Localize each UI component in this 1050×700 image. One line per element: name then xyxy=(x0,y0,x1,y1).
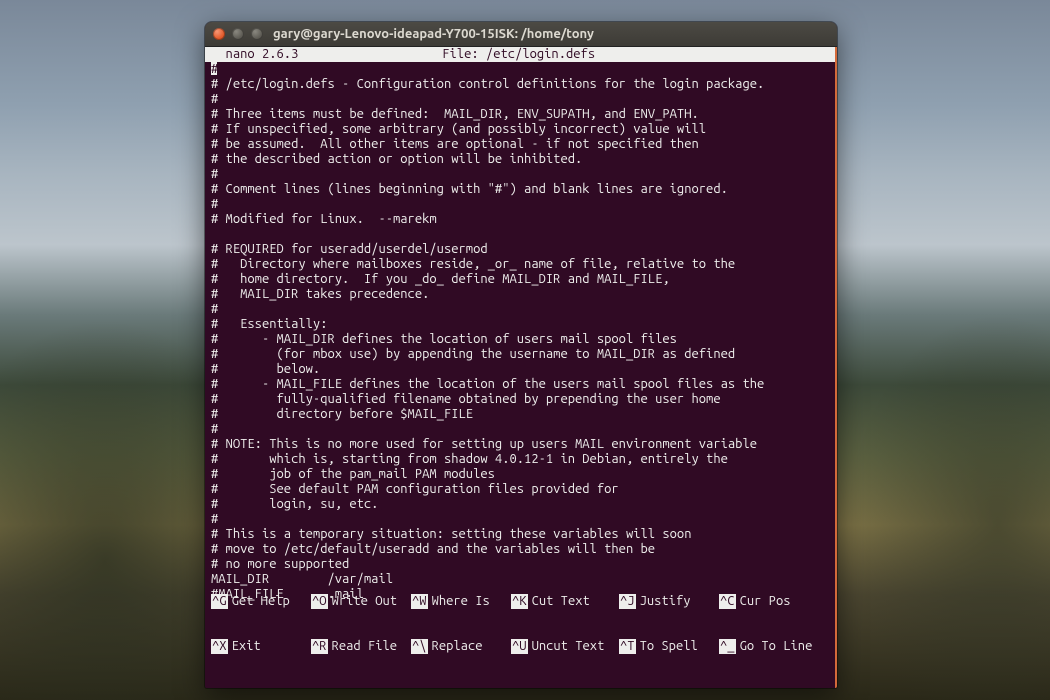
shortcut-row-1: ^G Get Help ^O Write Out ^W Where Is ^K Cut Tex… xyxy=(211,594,827,609)
shortcut-label: Justify xyxy=(640,594,691,609)
shortcut-item[interactable]: ^C Cur Pos xyxy=(719,594,819,609)
editor-line: # xyxy=(211,167,829,182)
shortcut-label: Cur Pos xyxy=(740,594,791,609)
shortcut-item[interactable]: ^G Get Help xyxy=(211,594,311,609)
shortcut-item[interactable]: ^K Cut Text xyxy=(511,594,619,609)
window-title: gary@gary-Lenovo-ideapad-Y700-15ISK: /ho… xyxy=(263,27,829,41)
shortcut-key: ^T xyxy=(619,639,636,654)
shortcut-item[interactable]: ^U Uncut Text xyxy=(511,639,619,654)
nano-header-right xyxy=(739,47,835,62)
shortcut-label: Cut Text xyxy=(532,594,590,609)
shortcut-key: ^\ xyxy=(411,639,428,654)
titlebar[interactable]: gary@gary-Lenovo-ideapad-Y700-15ISK: /ho… xyxy=(205,22,837,47)
shortcut-key: ^K xyxy=(511,594,528,609)
shortcut-bar: ^G Get Help ^O Write Out ^W Where Is ^K Cut Tex… xyxy=(205,519,833,688)
editor-line xyxy=(211,227,829,242)
shortcut-item[interactable]: ^\ Replace xyxy=(411,639,511,654)
nano-file-label: File: /etc/login.defs xyxy=(298,47,739,62)
editor-line: # Directory where mailboxes reside, _or_… xyxy=(211,257,829,272)
nano-header: nano 2.6.3 File: /etc/login.defs xyxy=(205,47,835,62)
terminal-window: gary@gary-Lenovo-ideapad-Y700-15ISK: /ho… xyxy=(205,22,837,688)
shortcut-label: Read File xyxy=(332,639,398,654)
shortcut-label: Get Help xyxy=(232,594,290,609)
editor-line: # MAIL_DIR takes precedence. xyxy=(211,287,829,302)
editor-line: # - MAIL_DIR defines the location of use… xyxy=(211,332,829,347)
shortcut-row-2: ^X Exit ^R Read File ^\ Replace ^U Uncut Text ^T… xyxy=(211,639,827,654)
editor-line: # Modified for Linux. --marekm xyxy=(211,212,829,227)
shortcut-item[interactable]: ^R Read File xyxy=(311,639,411,654)
editor-line: # xyxy=(211,302,829,317)
shortcut-item[interactable]: ^T To Spell xyxy=(619,639,719,654)
editor-line: # See default PAM configuration files pr… xyxy=(211,482,829,497)
editor-line: # home directory. If you _do_ define MAI… xyxy=(211,272,829,287)
shortcut-key: ^U xyxy=(511,639,528,654)
shortcut-label: Go To Line xyxy=(740,639,813,654)
editor-line: # xyxy=(211,197,829,212)
editor-line: # be assumed. All other items are option… xyxy=(211,137,829,152)
editor-line: # xyxy=(211,92,829,107)
shortcut-label: Where Is xyxy=(432,594,490,609)
shortcut-key: ^O xyxy=(311,594,328,609)
shortcut-key: ^W xyxy=(411,594,428,609)
editor-line: # /etc/login.defs - Configuration contro… xyxy=(211,77,829,92)
minimize-icon[interactable] xyxy=(232,28,244,40)
shortcut-label: To Spell xyxy=(640,639,698,654)
editor-line: # If unspecified, some arbitrary (and po… xyxy=(211,122,829,137)
cursor: # xyxy=(211,62,217,75)
editor-line: # job of the pam_mail PAM modules xyxy=(211,467,829,482)
shortcut-label: Exit xyxy=(232,639,261,654)
editor-line: # NOTE: This is no more used for setting… xyxy=(211,437,829,452)
shortcut-item[interactable]: ^J Justify xyxy=(619,594,719,609)
editor-line: # which is, starting from shadow 4.0.12-… xyxy=(211,452,829,467)
editor-line: # login, su, etc. xyxy=(211,497,829,512)
shortcut-label: Replace xyxy=(432,639,483,654)
editor-line: # directory before $MAIL_FILE xyxy=(211,407,829,422)
editor-line: # xyxy=(211,62,829,77)
shortcut-key: ^J xyxy=(619,594,636,609)
shortcut-item[interactable]: ^W Where Is xyxy=(411,594,511,609)
shortcut-item[interactable]: ^_ Go To Line xyxy=(719,639,819,654)
close-icon[interactable] xyxy=(213,28,225,40)
editor-line: # Essentially: xyxy=(211,317,829,332)
editor-line: # Three items must be defined: MAIL_DIR,… xyxy=(211,107,829,122)
shortcut-key: ^_ xyxy=(719,639,736,654)
editor-line: # the described action or option will be… xyxy=(211,152,829,167)
editor-line: # (for mbox use) by appending the userna… xyxy=(211,347,829,362)
editor-line: # fully-qualified filename obtained by p… xyxy=(211,392,829,407)
terminal-body[interactable]: nano 2.6.3 File: /etc/login.defs ## /etc… xyxy=(205,47,837,688)
window-controls xyxy=(213,28,263,40)
shortcut-key: ^R xyxy=(311,639,328,654)
shortcut-label: Uncut Text xyxy=(532,639,605,654)
nano-version: nano 2.6.3 xyxy=(205,47,298,62)
editor-line: # xyxy=(211,422,829,437)
shortcut-key: ^G xyxy=(211,594,228,609)
shortcut-key: ^C xyxy=(719,594,736,609)
editor-line: # - MAIL_FILE defines the location of th… xyxy=(211,377,829,392)
shortcut-item[interactable]: ^X Exit xyxy=(211,639,311,654)
editor-line: # below. xyxy=(211,362,829,377)
editor-line: # Comment lines (lines beginning with "#… xyxy=(211,182,829,197)
maximize-icon[interactable] xyxy=(251,28,263,40)
shortcut-label: Write Out xyxy=(332,594,398,609)
shortcut-key: ^X xyxy=(211,639,228,654)
shortcut-item[interactable]: ^O Write Out xyxy=(311,594,411,609)
editor-line: # REQUIRED for useradd/userdel/usermod xyxy=(211,242,829,257)
